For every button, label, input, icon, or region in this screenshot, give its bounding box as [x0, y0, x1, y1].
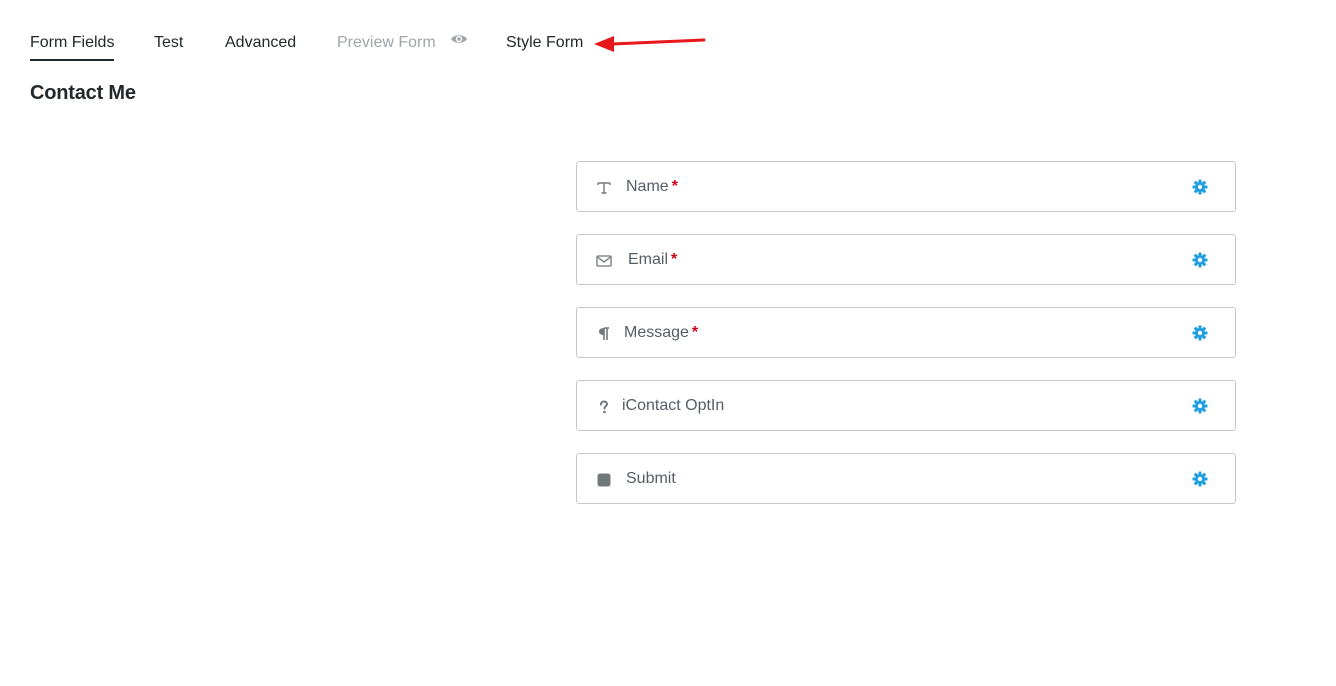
field-label: Email * [628, 250, 677, 270]
tab-label: Preview Form [337, 34, 436, 51]
question-icon [595, 398, 613, 416]
field-label: iContact OptIn [622, 396, 724, 416]
envelope-icon [595, 252, 613, 270]
required-mark: * [671, 178, 678, 195]
gear-icon[interactable] [1191, 324, 1209, 342]
form-title: Contact Me [30, 82, 136, 104]
square-icon [595, 471, 613, 489]
field-label: Name * [626, 177, 678, 197]
tab-preview-form[interactable]: Preview Form [337, 33, 468, 61]
annotation-arrow [594, 36, 706, 52]
field-name-text: iContact OptIn [622, 397, 725, 414]
gear-icon[interactable] [1191, 178, 1209, 196]
field-name-text: Message [624, 324, 689, 341]
gear-icon[interactable] [1191, 397, 1209, 415]
field-label: Submit [626, 469, 676, 489]
tab-form-fields[interactable]: Form Fields [30, 33, 115, 61]
tab-label: Test [154, 34, 184, 51]
required-mark: * [671, 251, 678, 268]
required-mark: * [691, 324, 699, 341]
eye-icon [450, 31, 468, 51]
tab-label: Style Form [506, 34, 584, 51]
field-name-text: Email [628, 251, 669, 268]
field-row-message[interactable]: Message * [576, 307, 1236, 358]
gear-icon[interactable] [1191, 470, 1209, 488]
tab-label: Form Fields [30, 34, 115, 51]
field-name-text: Submit [626, 470, 676, 487]
gear-icon[interactable] [1191, 251, 1209, 269]
field-row-email[interactable]: Email * [576, 234, 1236, 285]
field-row-submit[interactable]: Submit [576, 453, 1236, 504]
tab-test[interactable]: Test [154, 33, 183, 61]
tab-advanced[interactable]: Advanced [225, 33, 296, 61]
tab-style-form[interactable]: Style Form [506, 33, 583, 61]
field-label: Message * [624, 323, 698, 343]
field-row-name[interactable]: Name * [576, 161, 1236, 212]
paragraph-icon [595, 325, 613, 343]
field-row-icontact-optin[interactable]: iContact OptIn [576, 380, 1236, 431]
tab-label: Advanced [225, 34, 297, 51]
field-name-text: Name [626, 178, 669, 195]
text-field-icon [595, 179, 613, 197]
page: Form Fields Test Advanced Preview Form S… [0, 0, 1336, 686]
